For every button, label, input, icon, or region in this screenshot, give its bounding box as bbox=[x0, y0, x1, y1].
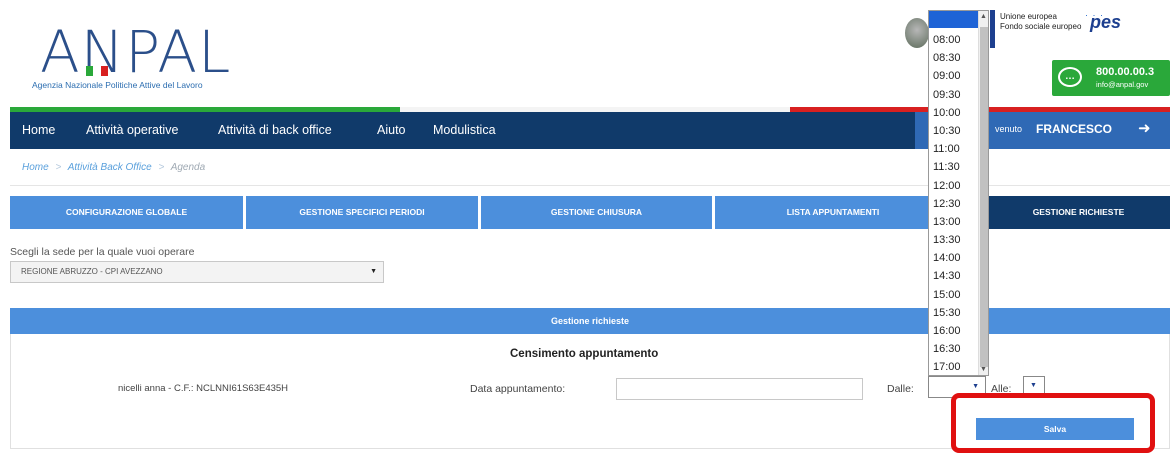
time-option[interactable]: 16:00 bbox=[931, 322, 981, 340]
breadcrumb-home[interactable]: Home bbox=[22, 162, 49, 173]
contact-box[interactable]: … 800.00.00.3 info@anpal.gov bbox=[1052, 60, 1170, 96]
persona-info: nicelli anna - C.F.: NCLNNI61S63E435H bbox=[118, 383, 289, 394]
welcome-text: venuto bbox=[995, 124, 1023, 134]
scroll-thumb[interactable] bbox=[980, 27, 988, 367]
time-option[interactable]: 10:30 bbox=[931, 122, 981, 140]
time-option[interactable]: 14:00 bbox=[931, 249, 981, 267]
tab-lista-appuntamenti[interactable]: LISTA APPUNTAMENTI bbox=[715, 196, 951, 229]
data-appuntamento-label: Data appuntamento: bbox=[470, 383, 566, 395]
chevron-down-icon: ▼ bbox=[972, 383, 979, 390]
scroll-up-icon[interactable]: ▲ bbox=[980, 13, 987, 20]
sede-label: Scegli la sede per la quale vuoi operare bbox=[10, 246, 195, 258]
nav-modulistica[interactable]: Modulistica bbox=[433, 123, 496, 137]
time-option[interactable]: 08:00 bbox=[931, 31, 981, 49]
contact-phone: 800.00.00.3 bbox=[1096, 66, 1155, 78]
contact-email: info@anpal.gov bbox=[1096, 80, 1149, 89]
logo-text: ANPAL bbox=[40, 18, 232, 86]
breadcrumb-agenda: Agenda bbox=[170, 162, 206, 173]
main-navbar: Home Attività operative Attività di back… bbox=[10, 112, 1170, 149]
time-option[interactable]: 16:30 bbox=[931, 340, 981, 358]
time-options: 08:00 08:30 09:00 09:30 10:00 10:30 11:00 11:30… bbox=[931, 31, 981, 375]
eu-flag-icon bbox=[990, 10, 995, 48]
time-option[interactable]: 17:00 bbox=[931, 358, 981, 375]
time-option[interactable]: 15:30 bbox=[931, 304, 981, 322]
time-option[interactable]: 09:30 bbox=[931, 86, 981, 104]
salva-button[interactable]: Salva bbox=[976, 418, 1134, 440]
time-option[interactable]: 09:00 bbox=[931, 67, 981, 85]
tab-gestione-specifici-periodi[interactable]: GESTIONE SPECIFICI PERIODI bbox=[246, 196, 478, 229]
time-option[interactable]: 10:00 bbox=[931, 104, 981, 122]
anpal-logo[interactable]: ANPAL Agenzia Nazionale Politiche Attive… bbox=[30, 20, 330, 100]
divider bbox=[10, 185, 1170, 186]
time-option[interactable]: 11:00 bbox=[931, 140, 981, 158]
time-option[interactable]: 12:30 bbox=[931, 195, 981, 213]
time-option[interactable]: 15:00 bbox=[931, 286, 981, 304]
time-option[interactable]: 08:30 bbox=[931, 49, 981, 67]
italian-flag-icon bbox=[86, 66, 108, 76]
tab-gestione-richieste[interactable]: GESTIONE RICHIESTE bbox=[987, 196, 1170, 229]
pes-logo: pes bbox=[1090, 12, 1122, 32]
sede-select[interactable]: REGIONE ABRUZZO - CPI AVEZZANO ▼ bbox=[10, 261, 384, 283]
censimento-title: Censimento appuntamento bbox=[510, 348, 659, 360]
time-option[interactable]: 11:30 bbox=[931, 158, 981, 176]
eu-line1: Unione europea bbox=[1000, 12, 1057, 21]
nav-back-office[interactable]: Attività di back office bbox=[218, 123, 332, 137]
dropdown-scrollbar[interactable]: ▲ ▼ bbox=[978, 11, 988, 375]
chat-bubble-icon: … bbox=[1058, 67, 1082, 87]
breadcrumb-separator: > bbox=[158, 162, 165, 173]
logout-icon[interactable]: ➜ bbox=[1138, 120, 1156, 138]
eu-line2: Fondo sociale europeo bbox=[1000, 22, 1082, 31]
nav-home[interactable]: Home bbox=[22, 123, 55, 137]
nav-attivita-operative[interactable]: Attività operative bbox=[86, 123, 178, 137]
breadcrumb-back-office[interactable]: Attività Back Office bbox=[68, 162, 152, 173]
breadcrumb: Home > Attività Back Office > Agenda bbox=[22, 162, 205, 173]
breadcrumb-separator: > bbox=[55, 162, 62, 173]
chevron-down-icon: ▼ bbox=[1030, 382, 1037, 389]
time-option[interactable]: 12:00 bbox=[931, 177, 981, 195]
tab-gestione-chiusura[interactable]: GESTIONE CHIUSURA bbox=[481, 196, 712, 229]
panel-title: Gestione richieste bbox=[10, 308, 1170, 334]
time-option[interactable]: 13:30 bbox=[931, 231, 981, 249]
time-dropdown-list[interactable]: 08:00 08:30 09:00 09:30 10:00 10:30 11:00 11:30… bbox=[928, 10, 989, 376]
time-option-selected[interactable] bbox=[929, 11, 979, 28]
tab-configurazione-globale[interactable]: CONFIGURAZIONE GLOBALE bbox=[10, 196, 243, 229]
sede-selected: REGIONE ABRUZZO - CPI AVEZZANO bbox=[21, 267, 163, 276]
data-appuntamento-input[interactable] bbox=[616, 378, 863, 400]
nav-aiuto[interactable]: Aiuto bbox=[377, 123, 406, 137]
republic-emblem-icon bbox=[905, 18, 929, 48]
time-option[interactable]: 13:00 bbox=[931, 213, 981, 231]
user-name: FRANCESCO bbox=[1036, 122, 1113, 136]
scroll-down-icon[interactable]: ▼ bbox=[980, 366, 987, 373]
eu-text: Unione europea Fondo sociale europeo bbox=[1000, 12, 1081, 32]
logo-subtitle: Agenzia Nazionale Politiche Attive del L… bbox=[32, 80, 203, 90]
time-option[interactable]: 14:30 bbox=[931, 267, 981, 285]
dalle-label: Dalle: bbox=[887, 383, 914, 395]
chevron-down-icon: ▼ bbox=[370, 268, 377, 275]
